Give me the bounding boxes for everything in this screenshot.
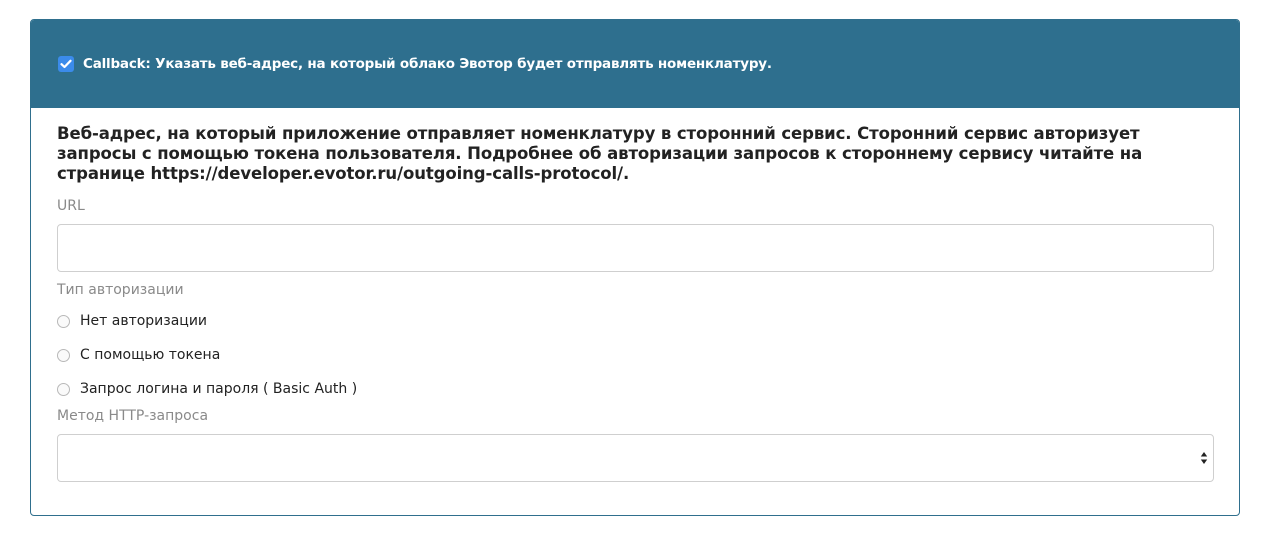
http-method-select[interactable] (57, 434, 1214, 482)
url-label: URL (57, 198, 85, 214)
radio-button[interactable] (57, 348, 70, 362)
auth-type-label: Тип авторизации (57, 282, 184, 298)
url-input[interactable] (57, 224, 1214, 272)
callback-label[interactable]: Callback: Указать веб-адрес, на который … (83, 56, 772, 72)
radio-option-label: Запрос логина и пароля ( Basic Auth ) (80, 381, 358, 397)
radio-option-label: С помощью токена (80, 347, 221, 363)
radio-button[interactable] (57, 382, 70, 396)
checkmark-icon (60, 59, 72, 69)
radio-button[interactable] (57, 314, 70, 328)
panel-header: Callback: Указать веб-адрес, на который … (31, 20, 1239, 108)
panel-body: Веб-адрес, на который приложение отправл… (31, 108, 1239, 482)
radio-option-label: Нет авторизации (80, 313, 208, 329)
http-method-label: Метод HTTP-запроса (57, 408, 209, 424)
description-text: Веб-адрес, на который приложение отправл… (57, 124, 1143, 183)
radio-option-token[interactable]: С помощью токена (57, 338, 1213, 372)
select-arrows-icon (1200, 452, 1208, 464)
callback-checkbox[interactable] (58, 56, 74, 72)
callback-panel: Callback: Указать веб-адрес, на который … (30, 19, 1240, 516)
radio-option-no-auth[interactable]: Нет авторизации (57, 304, 1213, 338)
radio-option-basic-auth[interactable]: Запрос логина и пароля ( Basic Auth ) (57, 372, 1213, 406)
